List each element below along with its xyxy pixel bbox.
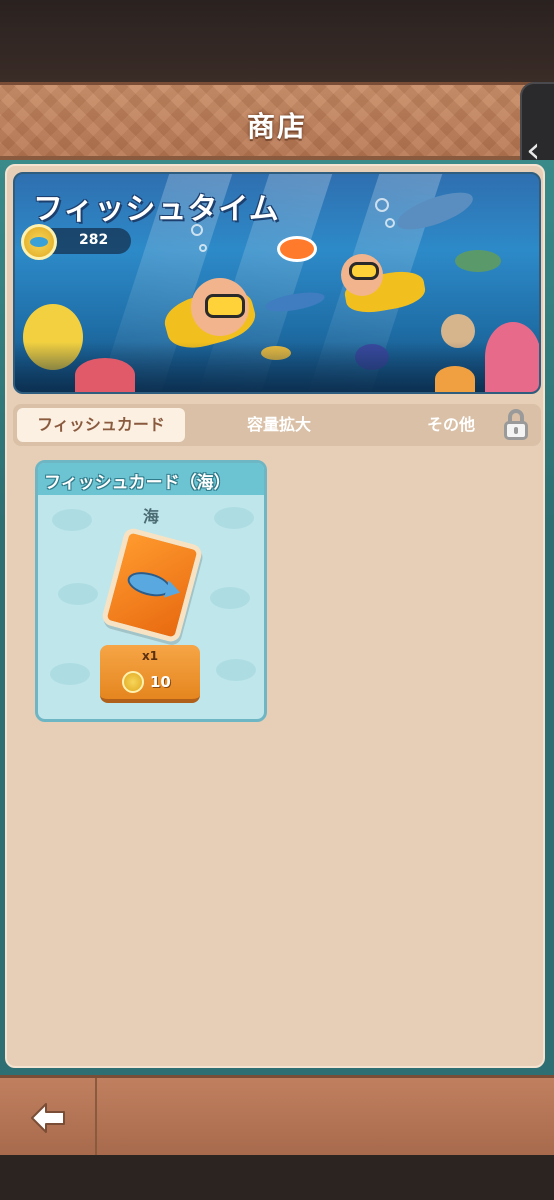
product-subtitle: 海 [142,507,159,526]
content-frame: 282 フィッシュタイム フィッシュカード 容量拡大 その他 フィッシュカード（… [0,160,554,1075]
fish-pattern [58,583,98,605]
banner-title: フィッシュタイム [33,192,280,227]
back-arrow-icon [31,1103,65,1133]
coin-count: 282 [79,232,109,248]
footer-divider [95,1078,97,1158]
tab-fish-card[interactable]: フィッシュカード [17,408,185,442]
tab-other[interactable]: その他 [401,408,501,442]
event-banner: 282 フィッシュタイム [13,172,541,394]
footer-bar [0,1075,554,1158]
fish-pattern [210,587,250,609]
lock-icon [501,409,531,441]
fish-pattern [50,663,90,685]
product-card[interactable]: フィッシュカード（海） 海 x1 10 [35,460,267,722]
tab-capacity-expansion[interactable]: 容量拡大 [209,408,349,442]
header-bar: 商店 [0,82,554,160]
coral-decoration [435,366,475,392]
shop-panel: 282 フィッシュタイム フィッシュカード 容量拡大 その他 フィッシュカード（… [5,164,545,1068]
diver-mask [349,262,379,280]
page-title: 商店 [246,110,307,143]
diver-mask [205,294,245,318]
coin-icon [122,671,144,693]
back-button[interactable] [0,1078,95,1158]
category-tabs: フィッシュカード 容量拡大 その他 [13,404,541,446]
bubble-decoration [375,198,389,212]
coral-decoration [485,322,539,392]
buy-price: 10 [150,673,171,691]
buy-quantity: x1 [141,649,159,663]
bubble-decoration [199,244,207,252]
fish-pattern [216,659,256,681]
product-title: フィッシュカード（海） [44,473,231,493]
turtle-illustration [455,250,501,272]
bubble-decoration [385,218,395,228]
fish-card-icon [100,526,204,644]
bottom-area [0,1155,554,1200]
coin-icon [21,224,57,260]
status-area [0,0,554,82]
clownfish-illustration [277,236,317,262]
coral-decoration [75,358,135,392]
buy-button[interactable]: x1 10 [100,645,200,703]
